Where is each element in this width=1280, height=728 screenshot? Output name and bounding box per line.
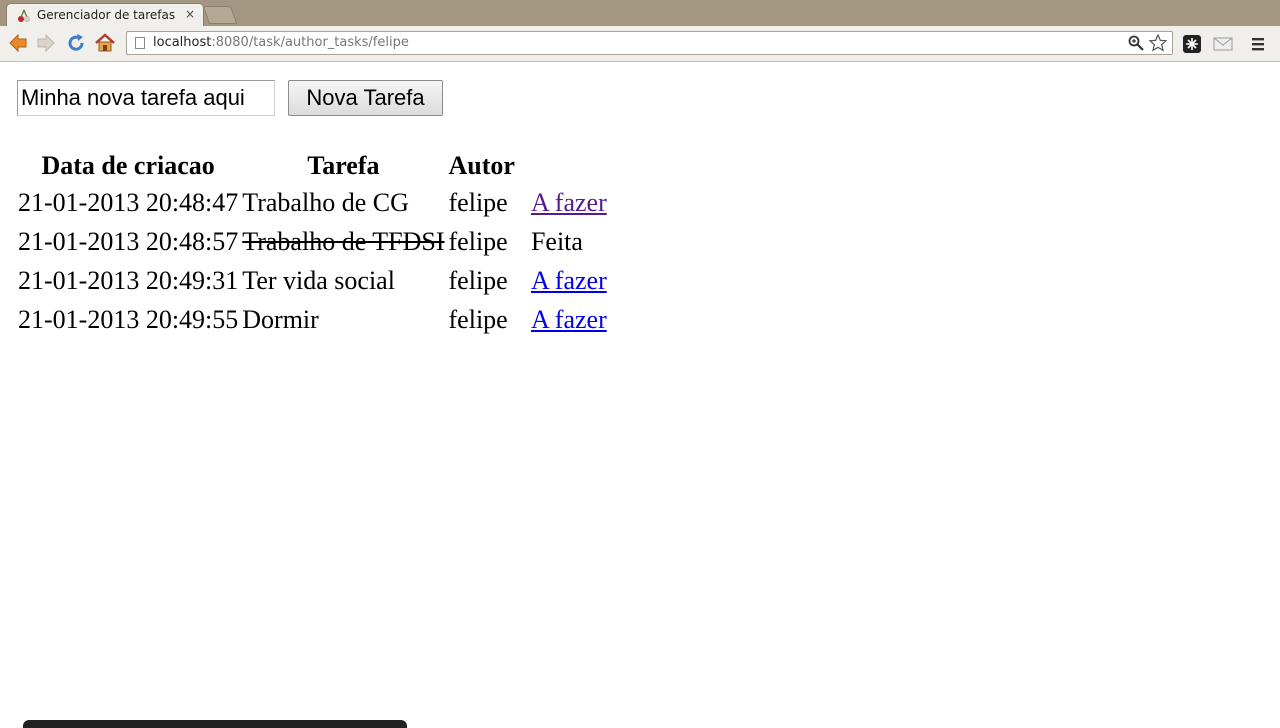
mark-todo-link[interactable]: A fazer [531, 305, 607, 334]
extension-icon[interactable] [1182, 34, 1202, 54]
forward-arrow-icon[interactable] [35, 32, 57, 54]
active-tab[interactable]: Gerenciador de tarefas × [6, 3, 204, 26]
reload-icon[interactable] [65, 32, 87, 54]
page-icon [135, 37, 145, 49]
address-bar[interactable]: localhost:8080/task/author_tasks/felipe [126, 31, 1173, 55]
header-author: Autor [448, 151, 515, 180]
mark-todo-link[interactable]: A fazer [531, 188, 607, 217]
cell-date: 21-01-2013 20:49:31 [18, 265, 239, 295]
mail-icon[interactable] [1213, 34, 1233, 54]
tab-strip: Gerenciador de tarefas × [0, 0, 1280, 26]
table-row: 21-01-2013 20:48:57 Trabalho de TFDSI fe… [17, 223, 608, 260]
cell-status: A fazer [518, 301, 608, 338]
cell-author: felipe [448, 187, 508, 217]
header-task: Tarefa [307, 151, 380, 180]
cell-date: 21-01-2013 20:49:55 [18, 304, 239, 334]
bookmark-star-icon[interactable] [1148, 33, 1168, 53]
cell-task: Trabalho de TFDSI [242, 226, 445, 256]
cell-date: 21-01-2013 20:48:47 [18, 187, 239, 217]
table-header-row: Data de criacao Tarefa Autor [17, 150, 608, 182]
cell-author: felipe [448, 265, 508, 295]
browser-toolbar: localhost:8080/task/author_tasks/felipe [0, 26, 1280, 62]
mark-todo-link[interactable]: A fazer [531, 266, 607, 295]
page-content: Nova Tarefa Data de criacao Tarefa Autor… [0, 62, 1280, 725]
table-row: 21-01-2013 20:49:55 Dormir felipe A faze… [17, 301, 608, 338]
new-tab-button[interactable] [202, 6, 238, 24]
back-arrow-icon[interactable] [7, 32, 29, 54]
table-row: 21-01-2013 20:48:47 Trabalho de CG felip… [17, 184, 608, 221]
zoom-icon[interactable] [1128, 35, 1144, 51]
home-icon[interactable] [94, 32, 116, 54]
table-row: 21-01-2013 20:49:31 Ter vida social feli… [17, 262, 608, 299]
address-url[interactable]: localhost:8080/task/author_tasks/felipe [153, 35, 409, 50]
tasks-table: Data de criacao Tarefa Autor 21-01-2013 … [15, 148, 610, 340]
cell-author: felipe [448, 304, 508, 334]
cell-status: A fazer [518, 262, 608, 299]
cell-status: Feita [530, 226, 583, 256]
header-status [518, 150, 608, 182]
cell-date: 21-01-2013 20:48:57 [18, 226, 239, 256]
cherry-favicon-icon [18, 9, 30, 22]
header-date: Data de criacao [41, 151, 215, 180]
new-task-input[interactable] [17, 80, 275, 116]
cell-task: Trabalho de CG [242, 187, 409, 217]
tab-close-icon[interactable]: × [185, 7, 195, 21]
cell-status: A fazer [518, 184, 608, 221]
cell-task: Dormir [242, 304, 319, 334]
new-task-button[interactable]: Nova Tarefa [288, 80, 443, 116]
cell-task: Ter vida social [242, 265, 395, 295]
menu-icon[interactable] [1248, 34, 1268, 54]
bottom-status-bar [23, 720, 407, 728]
cell-author: felipe [448, 226, 508, 256]
tab-title: Gerenciador de tarefas [37, 8, 176, 22]
